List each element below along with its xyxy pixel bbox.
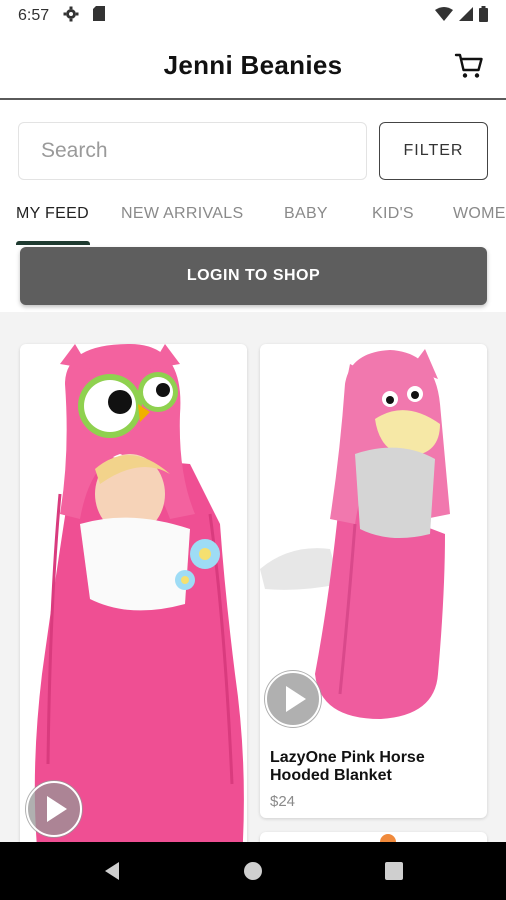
search-row: Search FILTER (18, 122, 488, 180)
tab-womens[interactable]: WOME (453, 205, 506, 223)
tab-my-feed[interactable]: MY FEED (16, 205, 89, 223)
product-price: $24 (270, 793, 296, 810)
play-icon (265, 671, 321, 727)
app-title: Jenni Beanies (163, 49, 343, 80)
product-card[interactable] (260, 832, 487, 842)
active-tab-indicator (16, 241, 90, 245)
tab-new-arrivals[interactable]: NEW ARRIVALS (121, 205, 243, 223)
product-feed[interactable]: LazyOne Pink Horse Hooded Blanket $24 (0, 312, 506, 842)
play-video-button[interactable] (264, 670, 322, 728)
status-time: 6:57 (18, 7, 50, 24)
cart-icon (454, 53, 484, 84)
recents-icon (385, 862, 403, 880)
play-video-button[interactable] (25, 780, 83, 838)
play-icon (26, 781, 82, 837)
login-to-shop-button[interactable]: LOGIN TO SHOP (20, 247, 487, 305)
settings-icon (63, 6, 79, 27)
status-bar: 6:57 (0, 0, 506, 32)
product-card[interactable] (20, 344, 247, 842)
tab-kids[interactable]: KID'S (372, 205, 414, 223)
back-icon (105, 862, 119, 880)
system-navigation-bar (0, 842, 506, 900)
home-button[interactable] (243, 861, 263, 886)
recents-button[interactable] (384, 861, 404, 886)
product-image (34, 344, 244, 842)
home-icon (244, 862, 262, 880)
product-name: LazyOne Pink Horse Hooded Blanket (270, 749, 425, 784)
search-input[interactable]: Search (18, 122, 367, 180)
cart-button[interactable] (454, 50, 484, 80)
tab-baby[interactable]: BABY (284, 205, 328, 223)
signal-icon (459, 6, 473, 26)
category-tabs: MY FEED NEW ARRIVALS BABY KID'S WOME (0, 195, 506, 245)
battery-icon (479, 5, 488, 27)
sd-card-icon (93, 6, 106, 26)
product-image (380, 834, 396, 842)
wifi-icon (435, 6, 453, 26)
filter-button[interactable]: FILTER (379, 122, 488, 180)
product-card[interactable]: LazyOne Pink Horse Hooded Blanket $24 (260, 344, 487, 818)
app-bar: Jenni Beanies (0, 32, 506, 100)
back-button[interactable] (102, 861, 122, 886)
